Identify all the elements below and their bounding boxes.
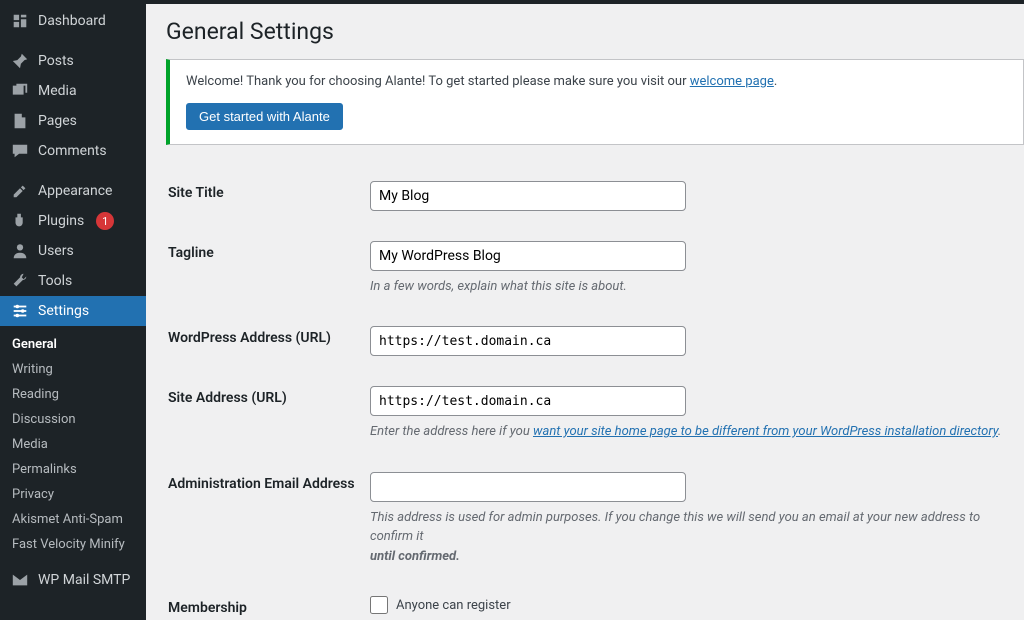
siteurl-desc-post: .: [998, 424, 1001, 439]
sidebar-item-label: Users: [38, 243, 74, 259]
siteurl-label: Site Address (URL): [168, 372, 368, 456]
pages-icon: [10, 111, 30, 131]
sidebar-item-tools[interactable]: Tools: [0, 266, 146, 296]
sidebar-item-comments[interactable]: Comments: [0, 136, 146, 166]
welcome-notice: Welcome! Thank you for choosing Alante! …: [166, 59, 1024, 145]
settings-icon: [10, 301, 30, 321]
tagline-label: Tagline: [168, 227, 368, 311]
admin-email-input[interactable]: [370, 472, 686, 502]
sidebar-item-appearance[interactable]: Appearance: [0, 176, 146, 206]
siteurl-input[interactable]: [370, 386, 686, 416]
membership-checkbox[interactable]: [370, 596, 388, 614]
sidebar-item-plugins[interactable]: Plugins 1: [0, 206, 146, 236]
tagline-input[interactable]: [370, 241, 686, 271]
update-badge: 1: [96, 212, 114, 230]
site-title-input[interactable]: [370, 181, 686, 211]
membership-checkbox-label: Anyone can register: [396, 598, 511, 613]
sidebar-item-label: Appearance: [38, 183, 112, 199]
sidebar-item-label: Comments: [38, 143, 107, 159]
membership-label: Membership: [168, 582, 368, 620]
users-icon: [10, 241, 30, 261]
notice-text-post: .: [774, 74, 777, 89]
submenu-item-media[interactable]: Media: [0, 432, 146, 457]
submenu-item-discussion[interactable]: Discussion: [0, 407, 146, 432]
wpurl-input[interactable]: [370, 326, 686, 356]
sidebar-item-label: Media: [38, 83, 77, 99]
sidebar-item-label: Posts: [38, 53, 74, 69]
sidebar-item-users[interactable]: Users: [0, 236, 146, 266]
siteurl-desc-link[interactable]: want your site home page to be different…: [533, 424, 998, 439]
welcome-page-link[interactable]: welcome page: [690, 74, 774, 89]
sidebar-item-settings[interactable]: Settings: [0, 296, 146, 326]
submenu-item-reading[interactable]: Reading: [0, 382, 146, 407]
media-icon: [10, 81, 30, 101]
mail-icon: [10, 570, 30, 590]
tools-icon: [10, 271, 30, 291]
comments-icon: [10, 141, 30, 161]
appearance-icon: [10, 181, 30, 201]
sidebar-item-pages[interactable]: Pages: [0, 106, 146, 136]
submenu-item-fast-velocity[interactable]: Fast Velocity Minify: [0, 532, 146, 557]
site-title-label: Site Title: [168, 167, 368, 225]
admin-email-desc: This address is used for admin purposes.…: [370, 510, 980, 545]
submenu-item-privacy[interactable]: Privacy: [0, 482, 146, 507]
wpurl-label: WordPress Address (URL): [168, 312, 368, 370]
sidebar-item-label: Dashboard: [38, 13, 106, 29]
page-title: General Settings: [166, 18, 1024, 45]
admin-email-desc-strong: until confirmed.: [370, 549, 460, 564]
submenu-item-permalinks[interactable]: Permalinks: [0, 457, 146, 482]
admin-email-label: Administration Email Address: [168, 458, 368, 581]
sidebar-item-wpmailsmtp[interactable]: WP Mail SMTP: [0, 565, 146, 595]
submenu-item-akismet[interactable]: Akismet Anti-Spam: [0, 507, 146, 532]
sidebar-item-posts[interactable]: Posts: [0, 46, 146, 76]
sidebar-item-dashboard[interactable]: Dashboard: [0, 6, 146, 36]
sidebar-item-label: WP Mail SMTP: [38, 572, 130, 588]
submenu-item-writing[interactable]: Writing: [0, 357, 146, 382]
sidebar-item-label: Tools: [38, 273, 72, 289]
settings-form: Site Title Tagline In a few words, expla…: [166, 165, 1024, 620]
sidebar-item-label: Pages: [38, 113, 77, 129]
get-started-button[interactable]: Get started with Alante: [186, 103, 343, 130]
dashboard-icon: [10, 11, 30, 31]
sidebar-item-label: Plugins: [38, 213, 84, 229]
siteurl-desc-pre: Enter the address here if you: [370, 424, 533, 439]
sidebar-item-label: Settings: [38, 303, 89, 319]
tagline-description: In a few words, explain what this site i…: [370, 277, 1012, 297]
submenu-item-general[interactable]: General: [0, 332, 146, 357]
notice-text: Welcome! Thank you for choosing Alante! …: [186, 74, 690, 89]
sidebar-item-media[interactable]: Media: [0, 76, 146, 106]
pin-icon: [10, 51, 30, 71]
content-area: General Settings Welcome! Thank you for …: [146, 4, 1024, 620]
plugins-icon: [10, 211, 30, 231]
settings-submenu: General Writing Reading Discussion Media…: [0, 326, 146, 565]
admin-sidebar: Dashboard Posts Media Pages Comments App…: [0, 0, 146, 620]
